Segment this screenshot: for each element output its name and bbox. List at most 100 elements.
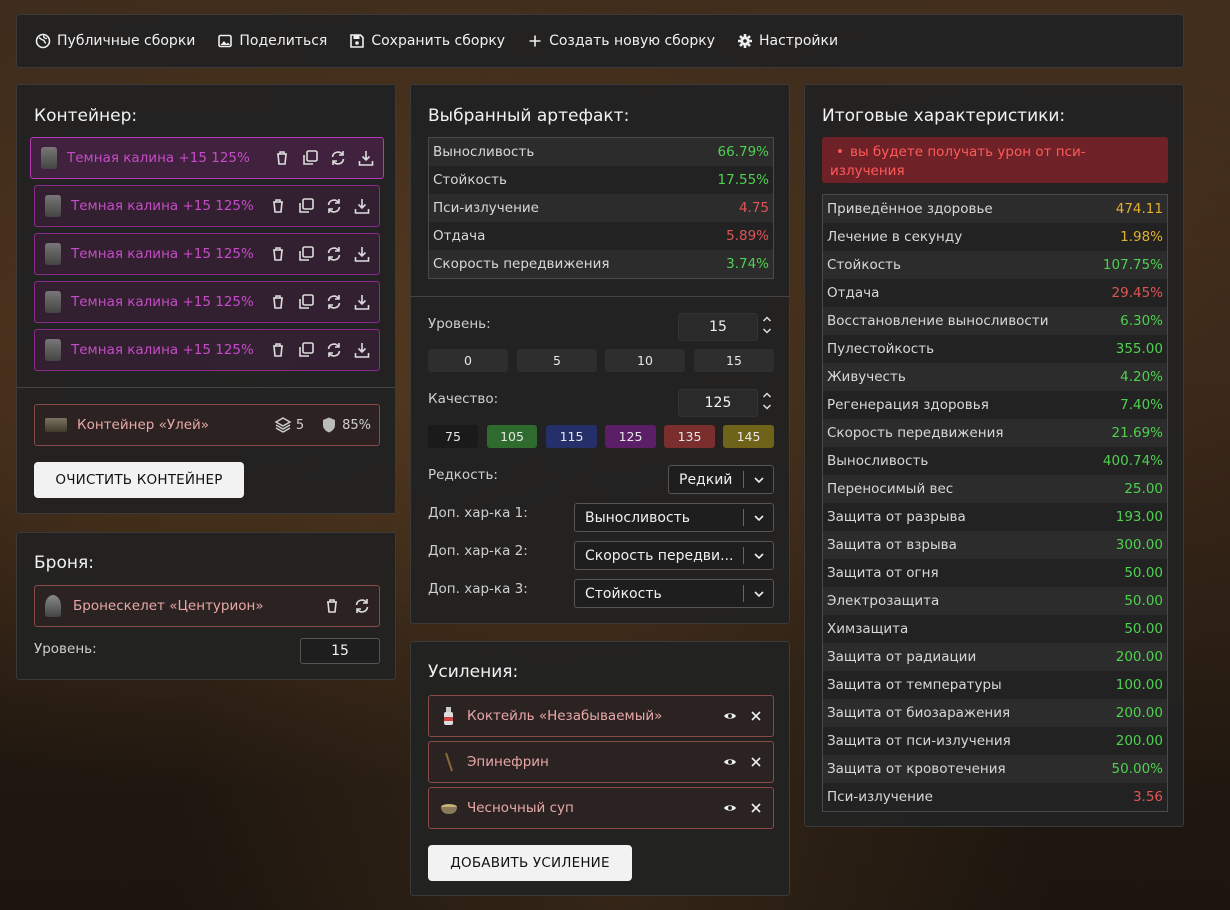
- add-boost-button[interactable]: ДОБАВИТЬ УСИЛЕНИЕ: [428, 845, 632, 881]
- save-build-link[interactable]: Сохранить сборку: [349, 33, 505, 49]
- boost-item[interactable]: Коктейль «Незабываемый»: [428, 695, 774, 737]
- artifact-slot[interactable]: Темная калина +15 125%: [34, 281, 380, 323]
- stat-value: 21.69%: [1111, 425, 1163, 441]
- eye-icon[interactable]: [723, 801, 737, 815]
- download-icon[interactable]: [353, 341, 371, 359]
- copy-icon[interactable]: [297, 197, 315, 215]
- extra-stat-1-select[interactable]: Выносливость: [574, 503, 774, 532]
- chevron-down-icon: [753, 590, 764, 597]
- armor-slot[interactable]: Бронескелет «Центурион»: [34, 585, 380, 627]
- quality-input[interactable]: 125: [678, 389, 758, 417]
- level-spinner[interactable]: [760, 314, 774, 336]
- totals-title: Итоговые характеристики:: [822, 106, 1066, 126]
- stat-label: Пулестойкость: [827, 341, 935, 357]
- copy-icon[interactable]: [297, 245, 315, 263]
- artifact-slot[interactable]: Темная калина +15 125%: [30, 137, 384, 179]
- quality-preset-button[interactable]: 145: [723, 425, 774, 448]
- eye-icon[interactable]: [723, 755, 737, 769]
- artifact-slot[interactable]: Темная калина +15 125%: [34, 233, 380, 275]
- chevron-up-icon[interactable]: [762, 314, 772, 324]
- swap-icon[interactable]: [325, 341, 343, 359]
- layers-icon: [274, 417, 292, 433]
- trash-icon[interactable]: [269, 341, 287, 359]
- settings-link[interactable]: Настройки: [737, 33, 838, 49]
- quality-preset-button[interactable]: 105: [487, 425, 537, 448]
- clear-container-button[interactable]: ОЧИСТИТЬ КОНТЕЙНЕР: [34, 462, 244, 498]
- bottle-icon: [444, 707, 453, 725]
- stat-row: Химзащита 50.00: [823, 615, 1167, 643]
- stat-value: 29.45%: [1111, 285, 1163, 301]
- rarity-select[interactable]: Редкий: [668, 465, 774, 494]
- stat-row: Стойкость 17.55%: [429, 166, 773, 194]
- stat-row: Живучесть 4.20%: [823, 363, 1167, 391]
- trash-icon[interactable]: [273, 149, 291, 167]
- artifact-slot[interactable]: Темная калина +15 125%: [34, 329, 380, 371]
- swap-icon[interactable]: [325, 245, 343, 263]
- trash-icon[interactable]: [269, 197, 287, 215]
- new-build-link[interactable]: Создать новую сборку: [527, 33, 715, 49]
- stat-label: Защита от разрыва: [827, 509, 966, 525]
- stat-row: Выносливость 66.79%: [429, 138, 773, 166]
- stat-row: Защита от температуры 100.00: [823, 671, 1167, 699]
- stat-value: 25.00: [1124, 481, 1163, 497]
- container-title: Контейнер:: [34, 106, 138, 126]
- swap-icon[interactable]: [325, 293, 343, 311]
- boosts-panel: Усиления: Коктейль «Незабываемый» Эпинеф…: [410, 641, 790, 896]
- download-icon[interactable]: [353, 197, 371, 215]
- stat-label: Переносимый вес: [827, 481, 954, 497]
- level-preset-button[interactable]: 10: [605, 349, 685, 372]
- trash-icon[interactable]: [269, 293, 287, 311]
- stat-value: 474.11: [1115, 201, 1163, 217]
- close-icon[interactable]: [749, 755, 763, 769]
- copy-icon[interactable]: [301, 149, 319, 167]
- stat-value: 200.00: [1115, 705, 1163, 721]
- boost-name: Чесночный суп: [467, 800, 574, 816]
- boost-item[interactable]: Эпинефрин: [428, 741, 774, 783]
- quality-preset-button[interactable]: 75: [428, 425, 478, 448]
- divider: [411, 296, 789, 297]
- armor-level-input[interactable]: 15: [300, 638, 380, 664]
- level-input[interactable]: 15: [678, 313, 758, 341]
- level-preset-button[interactable]: 5: [517, 349, 597, 372]
- public-builds-link[interactable]: Публичные сборки: [35, 33, 195, 49]
- share-link[interactable]: Поделиться: [217, 33, 327, 49]
- quality-spinner[interactable]: [760, 390, 774, 412]
- quality-preset-button[interactable]: 125: [605, 425, 656, 448]
- boost-item[interactable]: Чесночный суп: [428, 787, 774, 829]
- boost-name: Эпинефрин: [467, 754, 549, 770]
- level-preset-button[interactable]: 15: [694, 349, 774, 372]
- quality-preset-button[interactable]: 135: [664, 425, 715, 448]
- copy-icon[interactable]: [297, 293, 315, 311]
- swap-icon[interactable]: [329, 149, 347, 167]
- swap-icon[interactable]: [353, 597, 371, 615]
- chevron-down-icon[interactable]: [762, 326, 772, 336]
- share-label: Поделиться: [239, 33, 328, 49]
- container-slot[interactable]: Контейнер «Улей» 5 85%: [34, 404, 380, 446]
- extra-stat-3-select[interactable]: Стойкость: [574, 579, 774, 608]
- stat-value: 400.74%: [1102, 453, 1163, 469]
- eye-icon[interactable]: [723, 709, 737, 723]
- soup-bowl-icon: [441, 804, 457, 814]
- quality-preset-button[interactable]: 115: [546, 425, 597, 448]
- chevron-down-icon[interactable]: [762, 402, 772, 412]
- close-icon[interactable]: [749, 709, 763, 723]
- download-icon[interactable]: [357, 149, 375, 167]
- artifact-slot[interactable]: Темная калина +15 125%: [34, 185, 380, 227]
- rarity-label: Редкость:: [428, 467, 498, 483]
- stat-row: Скорость передвижения 21.69%: [823, 419, 1167, 447]
- trash-icon[interactable]: [323, 597, 341, 615]
- copy-icon[interactable]: [297, 341, 315, 359]
- close-icon[interactable]: [749, 801, 763, 815]
- stat-label: Пси-излучение: [827, 789, 933, 805]
- trash-icon[interactable]: [269, 245, 287, 263]
- selected-artifact-title: Выбранный артефакт:: [428, 106, 630, 126]
- extra-stat-2-select[interactable]: Скорость передви...: [574, 541, 774, 570]
- stat-label: Стойкость: [827, 257, 901, 273]
- swap-icon[interactable]: [325, 197, 343, 215]
- level-preset-button[interactable]: 0: [428, 349, 508, 372]
- chevron-up-icon[interactable]: [762, 390, 772, 400]
- download-icon[interactable]: [353, 245, 371, 263]
- stat-value: 50.00: [1124, 593, 1163, 609]
- warning-text: вы будете получать урон от пси-излучения: [830, 144, 1086, 179]
- download-icon[interactable]: [353, 293, 371, 311]
